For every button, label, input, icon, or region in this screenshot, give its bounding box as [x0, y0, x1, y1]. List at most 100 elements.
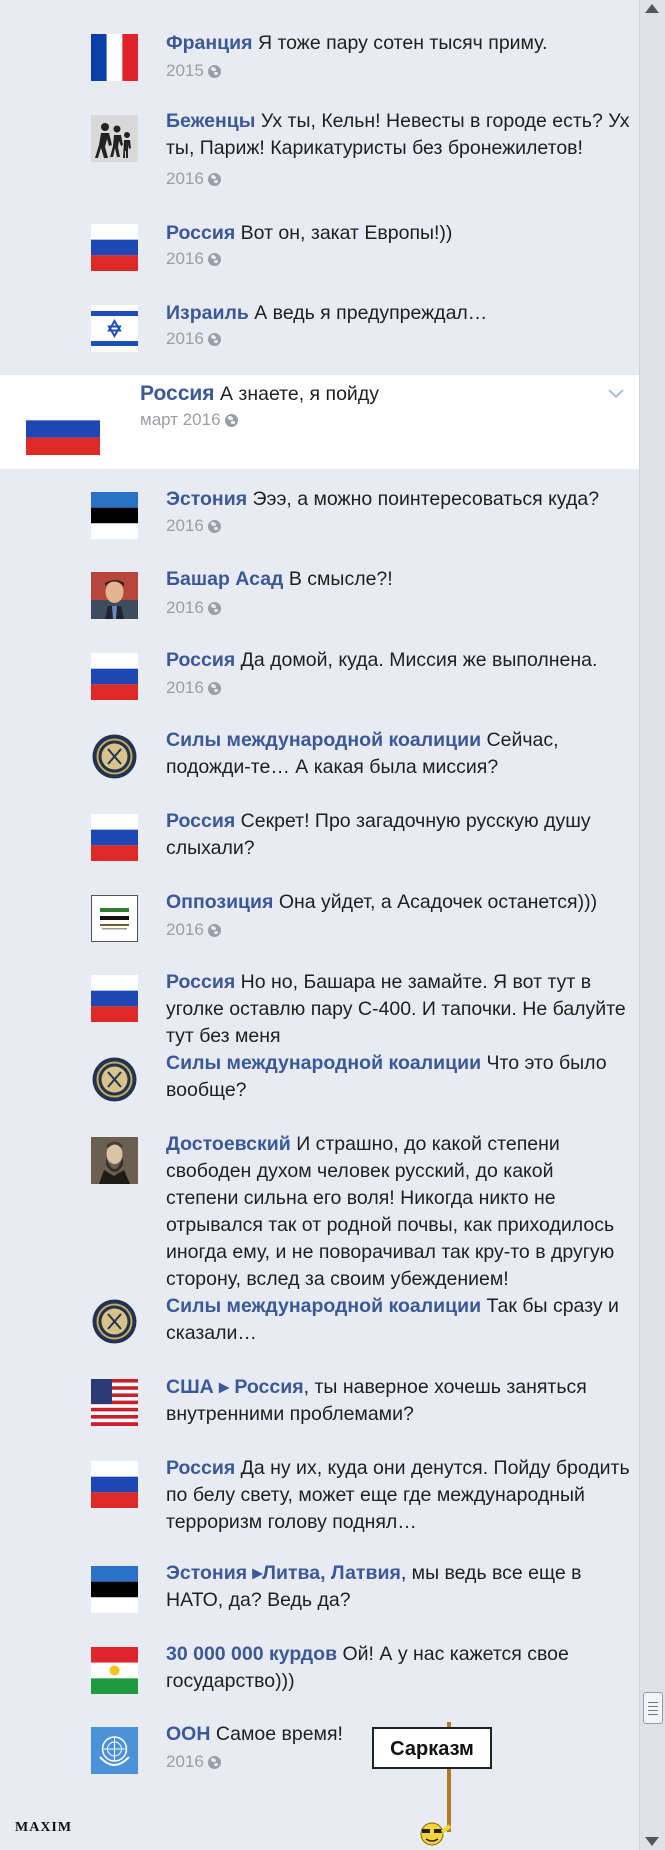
comment-author[interactable]: Россия	[166, 222, 235, 244]
flag-russia-icon[interactable]	[26, 403, 100, 455]
globe-icon	[207, 64, 221, 78]
globe-icon	[224, 413, 238, 427]
comment-item: Эстония Эээ, а можно поинтересоваться ку…	[0, 469, 640, 550]
globe-icon	[207, 252, 221, 266]
comment-author[interactable]: Силы международной коалиции	[166, 729, 481, 751]
comment-item: Силы международной коалиции Что это было…	[0, 1033, 640, 1114]
assad-portrait-icon[interactable]	[91, 572, 138, 619]
comment-text: В смысле?!	[288, 568, 393, 590]
comment-item: 30 000 000 курдов Ой! А у нас кажется св…	[0, 1624, 640, 1705]
comment-item: Башар Асад В смысле?! 2016	[0, 550, 640, 630]
comment-author[interactable]: Россия	[166, 1457, 235, 1479]
comment-date: 2016	[166, 598, 221, 618]
flag-estonia-icon[interactable]	[91, 492, 138, 539]
comment-author[interactable]: Силы международной коалиции	[166, 1052, 481, 1074]
coalition-seal-icon[interactable]	[91, 1298, 138, 1345]
comment-date: 2016	[166, 249, 221, 269]
comment-item: Достоевский И страшно, до какой степени …	[0, 1114, 640, 1290]
comment-item: Россия Но но, Башара не замайте. Я вот т…	[0, 953, 640, 1047]
comment-text: И страшно, до какой степени свободен дух…	[166, 1133, 615, 1290]
un-emblem-icon[interactable]	[91, 1727, 138, 1774]
comment-author[interactable]: Оппозиция	[166, 891, 273, 913]
refugees-sign-icon[interactable]	[91, 115, 138, 162]
flag-france-icon[interactable]	[91, 34, 138, 81]
dostoevsky-portrait-icon[interactable]	[91, 1137, 138, 1184]
flag-russia-icon[interactable]	[91, 653, 138, 700]
comment-author[interactable]: Израиль	[166, 302, 249, 324]
comment-date: 2016	[166, 329, 221, 349]
comment-author[interactable]: Россия	[166, 971, 235, 993]
comment-date: март 2016	[140, 410, 238, 430]
comment-author[interactable]: ООН	[166, 1723, 210, 1745]
comment-text: Я тоже пару сотен тысяч приму.	[257, 32, 548, 54]
comment-item: Франция Я тоже пару сотен тысяч приму. 2…	[0, 0, 640, 92]
sarcasm-label: Сарказм	[390, 1738, 474, 1760]
scroll-thumb[interactable]	[643, 1692, 663, 1724]
comment-item: Россия Да домой, куда. Миссия же выполне…	[0, 630, 640, 711]
flag-russia-icon[interactable]	[91, 224, 138, 271]
comment-text: Самое время!	[215, 1723, 343, 1745]
globe-icon	[207, 172, 221, 186]
coalition-seal-icon[interactable]	[91, 1056, 138, 1103]
globe-icon	[207, 1755, 221, 1769]
vertical-scrollbar[interactable]	[639, 0, 665, 1850]
comment-item: Силы международной коалиции Так бы сразу…	[0, 1276, 640, 1357]
comment-item: ООН Самое время! 2016	[0, 1705, 640, 1805]
comment-item: США ▸ Россия, ты наверное хочешь занятьс…	[0, 1357, 640, 1438]
flag-russia-icon[interactable]	[91, 1461, 138, 1508]
comment-text: А знаете, я пойду	[219, 383, 379, 405]
flag-kurdistan-icon[interactable]	[91, 1647, 138, 1694]
maxim-logo: MAXIM	[15, 1820, 73, 1835]
comment-date: 2016	[166, 169, 221, 189]
comment-author[interactable]: Достоевский	[166, 1133, 291, 1155]
sarcasm-sign: Сарказм	[372, 1722, 492, 1850]
comment-author[interactable]: Силы международной коалиции	[166, 1295, 481, 1317]
comment-author[interactable]: Беженцы	[166, 110, 255, 132]
comment-item: Израиль А ведь я предупреждал… 2016	[0, 298, 640, 375]
comment-author[interactable]: Франция	[166, 32, 253, 54]
comment-author[interactable]: Россия	[166, 810, 235, 832]
opposition-logo-icon[interactable]	[91, 895, 138, 942]
scroll-down-arrow-icon[interactable]	[645, 1837, 659, 1846]
flag-usa-icon[interactable]	[91, 1379, 138, 1426]
comment-author[interactable]: Россия	[140, 382, 215, 405]
flag-russia-icon[interactable]	[91, 975, 138, 1022]
flag-estonia-icon[interactable]	[91, 1566, 138, 1613]
comment-author[interactable]: США ▸ Россия	[166, 1376, 304, 1398]
comment-author[interactable]: Эстония ▸Литва, Латвия	[166, 1562, 401, 1584]
comment-text: Да домой, куда. Миссия же выполнена.	[240, 649, 598, 671]
globe-icon	[207, 681, 221, 695]
comment-text: Вот он, закат Европы!))	[240, 222, 453, 244]
scroll-up-arrow-icon[interactable]	[645, 4, 659, 13]
globe-icon	[207, 332, 221, 346]
globe-icon	[207, 601, 221, 615]
comment-text: Да ну их, куда они денутся. Пойду бродит…	[166, 1457, 630, 1533]
flag-israel-icon[interactable]	[91, 305, 138, 352]
comment-item: Эстония ▸Литва, Латвия, мы ведь все еще …	[0, 1544, 640, 1624]
globe-icon	[207, 923, 221, 937]
comment-text: Она уйдет, а Асадочек останется)))	[278, 891, 598, 913]
comment-date: 2015	[166, 61, 221, 81]
comment-author[interactable]: 30 000 000 курдов	[166, 1643, 337, 1665]
comment-date: 2016	[166, 516, 221, 536]
comment-text: Эээ, а можно поинтересоваться куда?	[252, 488, 600, 510]
comment-author[interactable]: Эстония	[166, 488, 247, 510]
comment-date: 2016	[166, 1752, 221, 1772]
comment-item: Россия Да ну их, куда они денутся. Пойду…	[0, 1438, 640, 1544]
coalition-seal-icon[interactable]	[91, 733, 138, 780]
comment-author[interactable]: Россия	[166, 649, 235, 671]
globe-icon	[207, 519, 221, 533]
comment-item: Россия Секрет! Про загадочную русскую ду…	[0, 791, 640, 872]
comment-item: Беженцы Ух ты, Кельн! Невесты в городе е…	[0, 92, 640, 218]
comment-item: Силы международной коалиции Сейчас, подо…	[0, 711, 640, 791]
comment-date: 2016	[166, 920, 221, 940]
comment-item-highlighted: Россия А знаете, я пойду март 2016	[0, 375, 640, 469]
flag-russia-icon[interactable]	[91, 814, 138, 861]
comment-feed: Франция Я тоже пару сотен тысяч приму. 2…	[0, 0, 640, 1850]
comment-item: Оппозиция Она уйдет, а Асадочек останетс…	[0, 872, 640, 953]
chevron-down-icon[interactable]	[608, 389, 624, 399]
comment-date: 2016	[166, 678, 221, 698]
comment-text: А ведь я предупреждал…	[254, 302, 488, 324]
comment-author[interactable]: Башар Асад	[166, 568, 283, 590]
comment-item: Россия Вот он, закат Европы!)) 2016	[0, 218, 640, 298]
